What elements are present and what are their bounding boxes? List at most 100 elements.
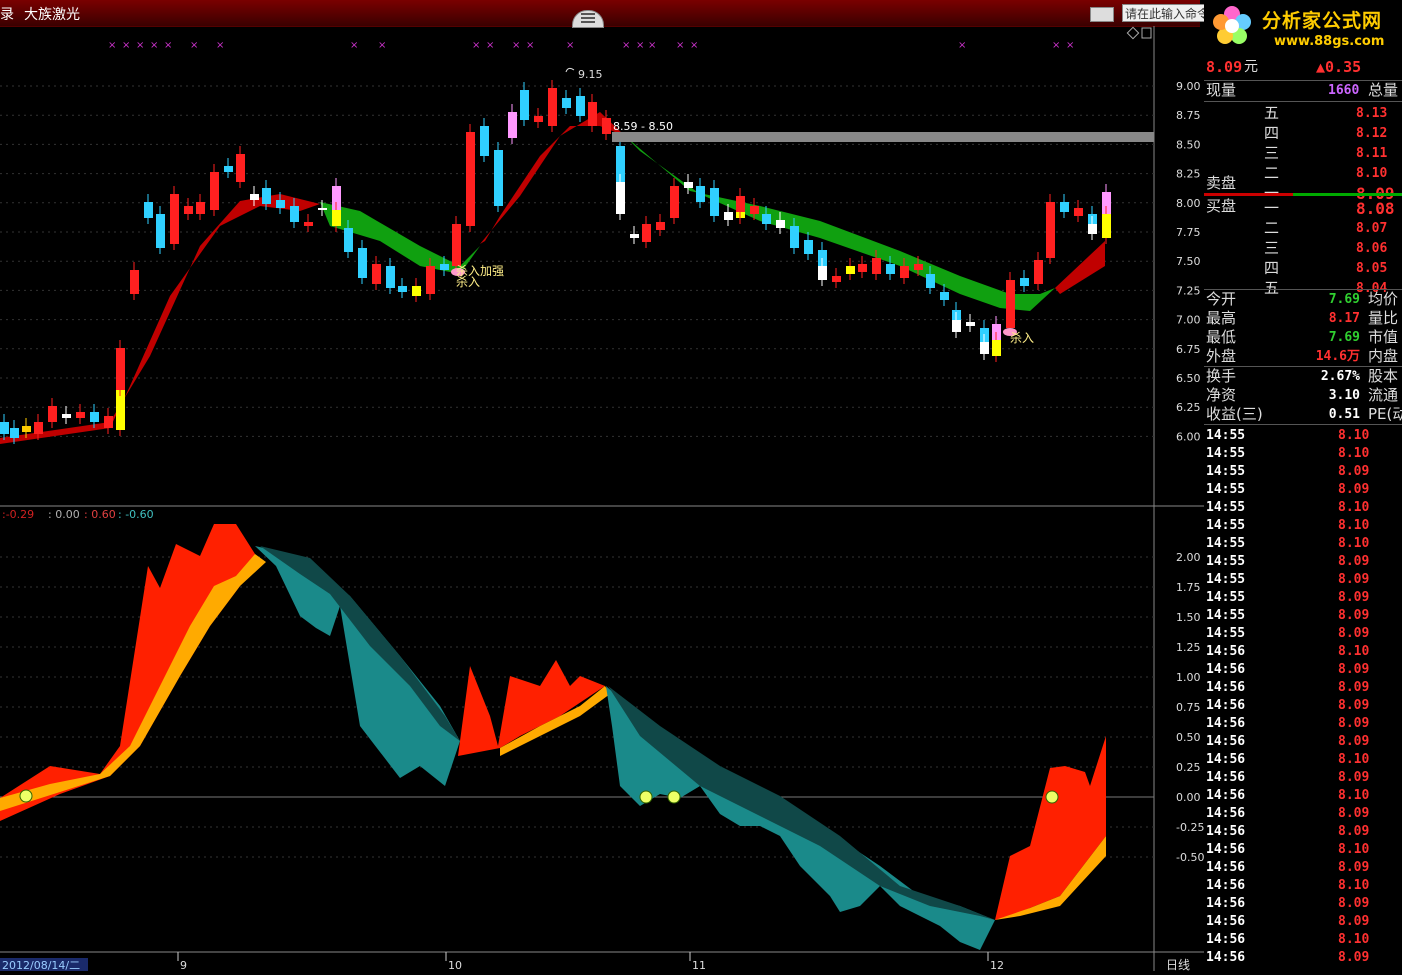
candle-body — [412, 286, 421, 296]
candle-body — [22, 426, 31, 432]
tick-row: 14:55 8.09 — [1204, 570, 1402, 588]
tick-row: 14:56 8.09 — [1204, 822, 1402, 840]
candle-body — [1034, 260, 1043, 284]
signal-x-marker: × — [958, 40, 966, 51]
candle-body — [616, 182, 625, 214]
chart-area[interactable]: 9.00 8.75 8.50 8.25 8.00 7.75 7.50 7.25 7.00 6.75… — [0, 26, 1204, 972]
indicator-tick-label: 1.25 — [1176, 641, 1201, 654]
price-tick-label: 7.00 — [1176, 314, 1201, 327]
tick-time: 14:56 — [1206, 680, 1246, 695]
signal-x-marker: × — [136, 40, 144, 51]
tick-time: 14:55 — [1206, 554, 1246, 569]
candle-body — [440, 264, 449, 270]
keyboard-icon[interactable] — [1090, 7, 1114, 22]
tick-time: 14:56 — [1206, 662, 1246, 677]
candle-body — [1102, 214, 1111, 238]
tick-price: 8.10 — [1338, 788, 1370, 803]
quote-panel: 8.09 元 ▲0.35 现量 1660 总量 五 8.13 四 8.12 三 8.11 二… — [1204, 54, 1402, 971]
candle-body — [576, 96, 585, 116]
tick-time: 14:56 — [1206, 860, 1246, 875]
tick-time: 14:56 — [1206, 914, 1246, 929]
fundamental-right-label: 股本 — [1368, 367, 1399, 385]
candle-body — [62, 414, 71, 418]
ask-row: 四 8.12 — [1204, 124, 1402, 143]
fundamental-row: 净资 3.10 流通 — [1204, 386, 1402, 405]
stock-name: 大族激光 — [24, 7, 80, 23]
candle-body — [104, 416, 113, 428]
candle-body — [304, 222, 313, 226]
stat-row: 最低 7.69 市值 — [1204, 328, 1402, 347]
stat-value: 14.6万 — [1315, 349, 1360, 364]
signal-x-marker: × — [122, 40, 130, 51]
candle-body — [940, 292, 949, 300]
indicator-tick-label: 0.50 — [1176, 731, 1201, 744]
candle-body — [630, 234, 639, 238]
legend-item: :-0.29 — [2, 508, 34, 521]
candle-body — [1046, 202, 1055, 258]
tick-row: 14:56 8.09 — [1204, 948, 1402, 966]
tick-price: 8.10 — [1338, 644, 1370, 659]
ask-level-label: 五 — [1264, 104, 1280, 122]
tick-price: 8.09 — [1338, 482, 1370, 497]
stat-row: 今开 7.69 均价 — [1204, 290, 1402, 309]
tick-row: 14:56 8.09 — [1204, 732, 1402, 750]
candle-body — [1088, 224, 1097, 234]
oscillator-area-up — [0, 524, 255, 821]
tick-price: 8.10 — [1338, 536, 1370, 551]
candle-body — [156, 214, 165, 248]
candle-body — [250, 194, 259, 200]
month-label: 9 — [180, 959, 187, 971]
price-tick-label: 6.50 — [1176, 372, 1201, 385]
volume-value: 1660 — [1328, 83, 1360, 98]
tick-row: 14:56 8.10 — [1204, 930, 1402, 948]
sell-label-row: 卖盘 — [1204, 174, 1402, 193]
tick-time: 14:55 — [1206, 446, 1246, 461]
candle-body — [386, 266, 395, 288]
candle-body — [344, 228, 353, 252]
tick-row: 14:55 8.10 — [1204, 534, 1402, 552]
fundamental-label: 收益(三) — [1206, 405, 1263, 423]
candle-body — [452, 224, 461, 266]
chart-canvas[interactable]: 9.00 8.75 8.50 8.25 8.00 7.75 7.50 7.25 7.00 6.75… — [0, 26, 1204, 972]
brand-logo: 分析家公式网 www.88gs.com — [1204, 0, 1402, 54]
volume-label: 现量 — [1206, 81, 1237, 99]
bid-row: 二 8.07 — [1204, 219, 1402, 238]
tick-row: 14:56 8.09 — [1204, 858, 1402, 876]
ask-price: 8.13 — [1356, 106, 1388, 121]
sell-label: 卖盘 — [1206, 174, 1237, 192]
tick-price: 8.09 — [1338, 626, 1370, 641]
tick-time: 14:56 — [1206, 644, 1246, 659]
total-volume-label: 总量 — [1368, 81, 1399, 99]
ask-row: 三 8.11 — [1204, 144, 1402, 163]
bid-level-label: 二 — [1264, 219, 1280, 237]
tick-price: 8.10 — [1338, 518, 1370, 533]
ask-level-label: 三 — [1264, 144, 1280, 162]
indicator-tick-label: 0.00 — [1176, 791, 1201, 804]
fundamental-value: 2.67% — [1320, 369, 1360, 384]
command-input[interactable]: 请在此输入命令 — [1122, 4, 1206, 22]
tick-time: 14:55 — [1206, 428, 1246, 443]
tick-price: 8.10 — [1338, 842, 1370, 857]
signal-x-marker: × — [216, 40, 224, 51]
indicator-tick-label: 1.75 — [1176, 581, 1201, 594]
month-label: 10 — [448, 959, 462, 971]
tick-price: 8.09 — [1338, 770, 1370, 785]
diamond-icon[interactable] — [1126, 26, 1140, 40]
tick-time: 14:56 — [1206, 752, 1246, 767]
stat-value: 7.69 — [1328, 330, 1360, 345]
stat-value: 7.69 — [1328, 292, 1360, 307]
signal-x-marker: × — [108, 40, 116, 51]
tick-time: 14:56 — [1206, 716, 1246, 731]
title-bar: 录 大族激光 — [0, 0, 1200, 28]
ask-price: 8.12 — [1356, 126, 1388, 141]
candle-body — [426, 266, 435, 294]
indicator-tick-label: 1.50 — [1176, 611, 1201, 624]
signal-x-marker: × — [378, 40, 386, 51]
candle-body — [562, 98, 571, 108]
window-restore-icon[interactable] — [1141, 27, 1152, 39]
bid-ask-divider — [1204, 193, 1402, 196]
period-label[interactable]: 日线 — [1166, 958, 1190, 972]
candle-body — [762, 214, 771, 224]
menu-fragment[interactable]: 录 — [0, 4, 14, 24]
candle-body — [144, 202, 153, 218]
